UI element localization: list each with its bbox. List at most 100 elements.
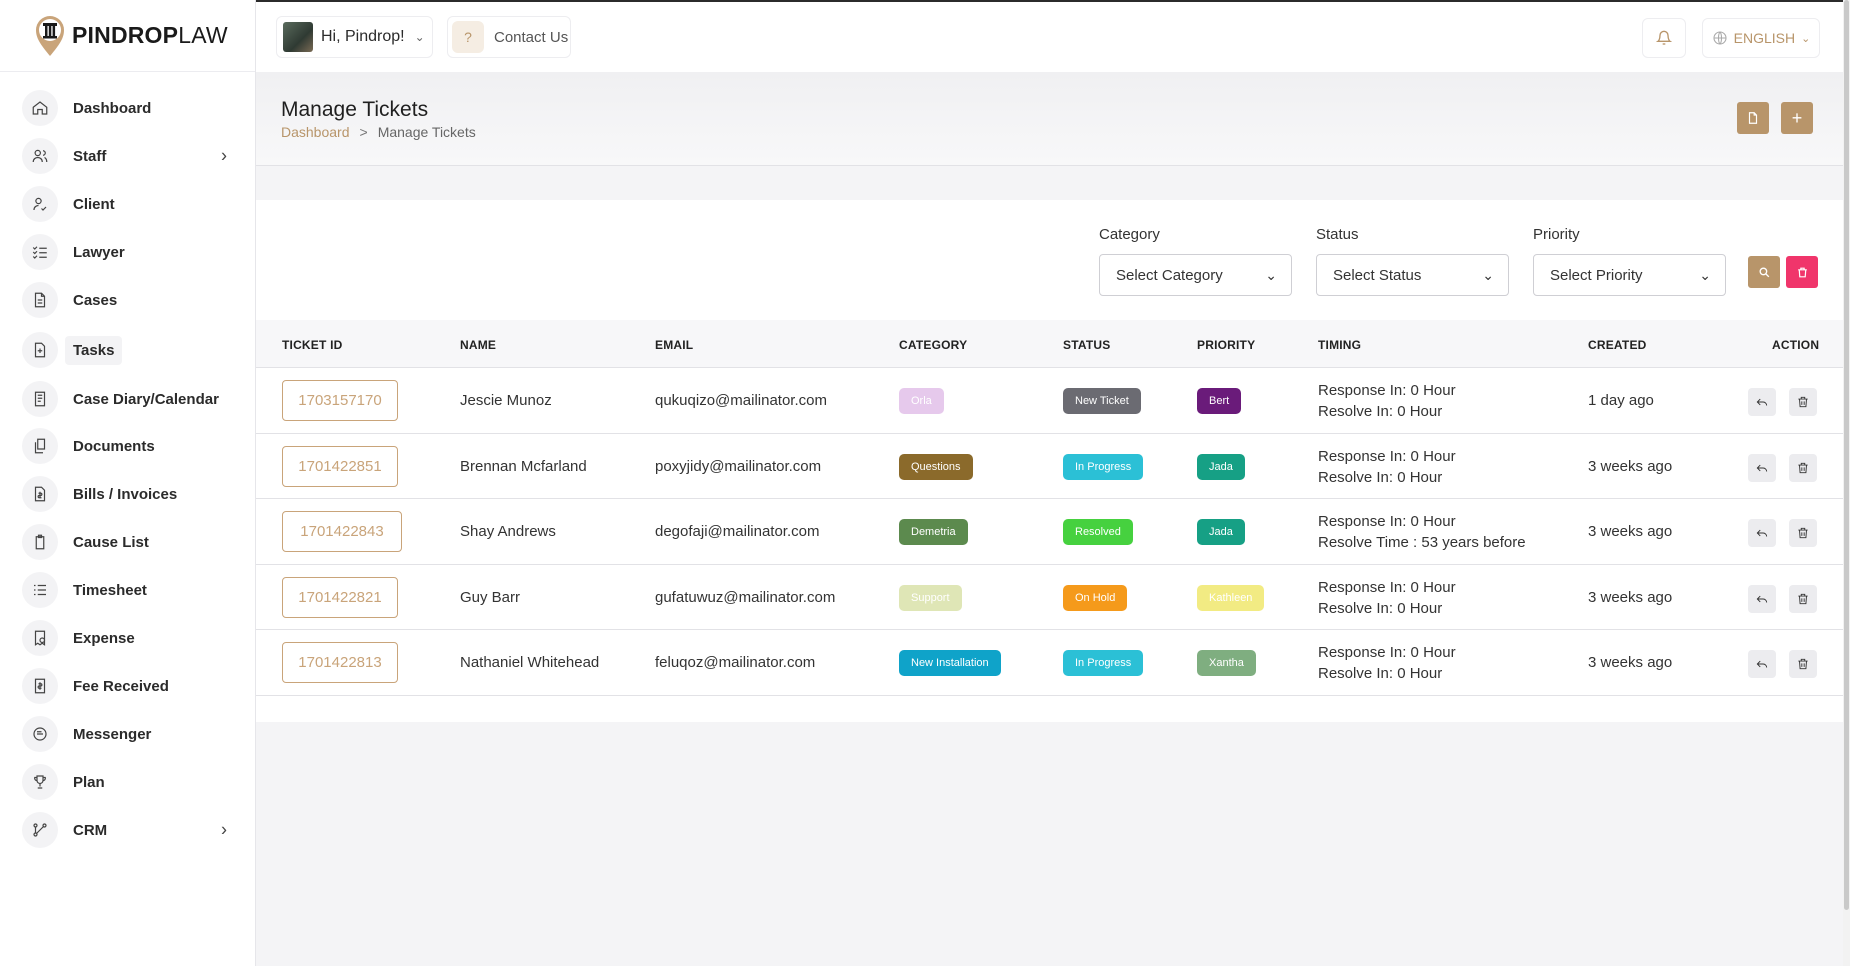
reply-icon — [1756, 464, 1768, 472]
col-created[interactable]: CREATED — [1588, 338, 1647, 352]
ticket-email: gufatuwuz@mailinator.com — [655, 588, 836, 606]
brand-name: PINDROPLAW — [72, 22, 228, 48]
col-status[interactable]: STATUS — [1063, 338, 1110, 352]
clear-filter-button[interactable] — [1786, 256, 1818, 288]
sidebar-item-timesheet[interactable]: Timesheet — [0, 566, 255, 614]
diary-icon — [22, 381, 58, 417]
sidebar-item-lawyer[interactable]: Lawyer — [0, 228, 255, 276]
category-select[interactable]: Select Category ⌄ — [1099, 254, 1292, 296]
bell-icon — [1656, 30, 1672, 45]
ticket-id-link[interactable]: 1701422843 — [282, 511, 402, 552]
reply-button[interactable] — [1748, 584, 1776, 613]
sidebar-item-documents[interactable]: Documents — [0, 422, 255, 470]
sidebar-item-label: Tasks — [65, 335, 123, 365]
delete-button[interactable] — [1789, 650, 1817, 678]
sidebar-item-label: Bills / Invoices — [73, 485, 178, 503]
sidebar-item-bills-invoices[interactable]: Bills / Invoices — [0, 470, 255, 518]
trash-icon — [1798, 462, 1808, 473]
col-ticket-id[interactable]: TICKET ID — [282, 338, 342, 352]
table-row: 1703157170 Jescie Munoz qukuqizo@mailinato… — [256, 368, 1846, 434]
sidebar-item-label: Client — [73, 195, 115, 213]
sidebar-item-cases[interactable]: Cases — [0, 276, 255, 324]
status-badge: On Hold — [1063, 584, 1128, 611]
sidebar: PINDROPLAW Dashboard Staff › Client Lawyer Ca… — [0, 0, 256, 966]
users-icon — [22, 138, 58, 174]
ticket-id-link[interactable]: 1701422821 — [282, 576, 398, 618]
topbar: Hi, Pindrop! ⌄ ? Contact Us ENGLISH ⌄ — [256, 0, 1850, 72]
col-category[interactable]: CATEGORY — [899, 338, 967, 352]
sidebar-item-label: Case Diary/Calendar — [73, 390, 219, 408]
sidebar-item-label: Cases — [73, 291, 118, 309]
reply-button[interactable] — [1748, 519, 1776, 547]
contact-us-button[interactable]: ? Contact Us — [447, 16, 571, 58]
reply-button[interactable] — [1748, 650, 1776, 678]
ticket-id-link[interactable]: 1703157170 — [282, 380, 398, 421]
page-header: Manage Tickets Dashboard > Manage Tickets … — [256, 72, 1846, 166]
brand-logo[interactable]: PINDROPLAW — [0, 0, 255, 72]
delete-button[interactable] — [1789, 453, 1817, 482]
add-ticket-button[interactable]: + — [1781, 102, 1813, 134]
delete-button[interactable] — [1789, 519, 1817, 547]
sidebar-item-client[interactable]: Client — [0, 180, 255, 228]
status-badge: New Ticket — [1063, 388, 1141, 414]
table-row: 1701422813 Nathaniel Whitehead feluqoz@mai… — [256, 630, 1846, 696]
category-badge: Demetria — [899, 519, 968, 545]
reply-button[interactable] — [1748, 453, 1776, 482]
sidebar-item-case-diary-calendar[interactable]: Case Diary/Calendar — [0, 376, 255, 422]
category-badge: Support — [899, 584, 962, 611]
timing-cell: Response In: 0 Hour Resolve In: 0 Hour — [1318, 446, 1456, 488]
scrollbar-thumb[interactable] — [1844, 0, 1849, 910]
category-badge: Orla — [899, 388, 944, 414]
plus-icon: + — [1791, 107, 1803, 128]
language-label: ENGLISH — [1733, 30, 1796, 46]
sidebar-item-dashboard[interactable]: Dashboard — [0, 84, 255, 132]
file-icon — [22, 282, 58, 318]
sidebar-item-cause-list[interactable]: Cause List — [0, 518, 255, 566]
sidebar-item-label: CRM — [73, 821, 108, 839]
col-email[interactable]: EMAIL — [655, 338, 693, 352]
ticket-email: poxyjidy@mailinator.com — [655, 457, 822, 475]
priority-badge: Jada — [1197, 519, 1245, 545]
response-time: Response In: 0 Hour — [1318, 513, 1456, 530]
chat-icon — [22, 716, 58, 752]
user-menu[interactable]: Hi, Pindrop! ⌄ — [276, 16, 433, 58]
sidebar-item-label: Dashboard — [73, 99, 152, 117]
response-time: Response In: 0 Hour — [1318, 644, 1456, 661]
sidebar-item-expense[interactable]: Expense — [0, 614, 255, 662]
resolve-time: Resolve In: 0 Hour — [1318, 468, 1443, 486]
search-button[interactable] — [1748, 256, 1780, 288]
reply-icon — [1756, 398, 1768, 406]
sidebar-item-fee-received[interactable]: Fee Received — [0, 662, 255, 710]
ticket-id-link[interactable]: 1701422851 — [282, 445, 398, 487]
search-icon — [1758, 266, 1769, 277]
sidebar-item-label: Expense — [73, 629, 135, 647]
sidebar-item-label: Plan — [73, 773, 105, 791]
breadcrumb-home-link[interactable]: Dashboard — [281, 124, 350, 140]
col-priority[interactable]: PRIORITY — [1197, 338, 1255, 352]
trash-icon — [1798, 527, 1808, 539]
status-select[interactable]: Select Status ⌄ — [1316, 254, 1509, 296]
sidebar-item-crm[interactable]: CRM › — [0, 806, 255, 854]
sidebar-item-plan[interactable]: Plan — [0, 758, 255, 806]
sidebar-item-staff[interactable]: Staff › — [0, 132, 255, 180]
timing-cell: Response In: 0 Hour Resolve In: 0 Hour — [1318, 642, 1456, 684]
col-timing[interactable]: TIMING — [1318, 338, 1361, 352]
ticket-id-link[interactable]: 1701422813 — [282, 642, 398, 683]
delete-button[interactable] — [1789, 388, 1817, 416]
reply-button[interactable] — [1748, 388, 1776, 416]
priority-badge: Kathleen — [1197, 584, 1265, 611]
sidebar-item-messenger[interactable]: Messenger — [0, 710, 255, 758]
export-button[interactable] — [1737, 102, 1769, 134]
created-time: 3 weeks ago — [1588, 523, 1673, 540]
status-select-value: Select Status — [1333, 266, 1422, 284]
priority-badge: Xantha — [1197, 650, 1256, 676]
resolve-time: Resolve In: 0 Hour — [1318, 665, 1443, 682]
delete-button[interactable] — [1789, 584, 1817, 613]
notifications-button[interactable] — [1642, 18, 1686, 58]
priority-select-value: Select Priority — [1550, 266, 1643, 284]
contact-us-label: Contact Us — [494, 28, 569, 46]
language-selector[interactable]: ENGLISH ⌄ — [1702, 18, 1820, 58]
sidebar-item-tasks[interactable]: Tasks — [0, 324, 255, 376]
col-name[interactable]: NAME — [460, 338, 496, 352]
priority-select[interactable]: Select Priority ⌄ — [1533, 254, 1726, 296]
